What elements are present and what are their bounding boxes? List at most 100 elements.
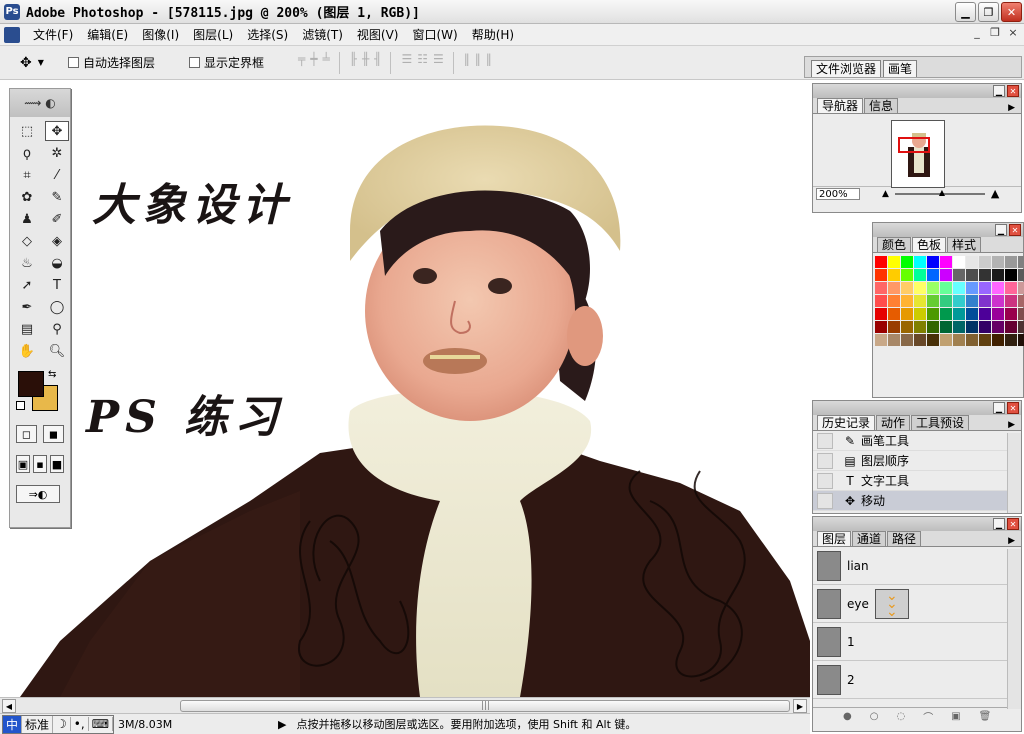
color-swatch[interactable] — [1018, 269, 1024, 281]
color-swatch[interactable] — [953, 321, 965, 333]
palette-close-button[interactable]: ✕ — [1007, 402, 1019, 414]
doc-restore-button[interactable]: ❐ — [988, 26, 1002, 39]
color-swatch[interactable] — [940, 295, 952, 307]
toolbox-header[interactable]: ⟿ ◐ — [10, 89, 70, 117]
ime-mode-label[interactable]: 标准 — [22, 715, 54, 733]
menu-select[interactable]: 选择(S) — [240, 25, 295, 45]
ime-keyboard-icon[interactable]: ⌨ — [89, 717, 114, 731]
jump-to-imageready-icon[interactable]: ⇒◐ — [16, 485, 60, 503]
maximize-button[interactable]: ❐ — [978, 2, 999, 22]
color-swatch[interactable] — [940, 282, 952, 294]
color-swatch[interactable] — [940, 308, 952, 320]
tab-layers[interactable]: 图层 — [817, 531, 852, 546]
color-swatch[interactable] — [914, 295, 926, 307]
photoshop-app-icon[interactable]: Ps — [4, 3, 20, 20]
minimize-button[interactable]: ▁ — [955, 2, 976, 22]
color-swatch[interactable] — [966, 308, 978, 320]
color-swatch[interactable] — [979, 282, 991, 294]
color-swatch[interactable] — [888, 269, 900, 281]
layer-row[interactable]: 1 — [813, 623, 1007, 661]
tab-navigator[interactable]: 导航器 — [817, 98, 864, 113]
ime-moon-icon[interactable]: ☽ — [53, 717, 71, 731]
auto-select-layer-checkbox[interactable]: 自动选择图层 — [68, 54, 155, 71]
tab-brushes[interactable]: 画笔 — [883, 60, 918, 77]
color-swatch[interactable] — [875, 256, 887, 268]
color-swatch[interactable] — [979, 308, 991, 320]
color-swatch[interactable] — [927, 269, 939, 281]
close-button[interactable]: ✕ — [1001, 2, 1022, 22]
show-bounding-box-checkbox[interactable]: 显示定界框 — [189, 54, 264, 71]
default-colors-icon[interactable] — [16, 401, 25, 410]
scroll-right-icon[interactable]: ▶ — [793, 699, 807, 713]
history-source-box[interactable] — [817, 452, 833, 469]
history-item[interactable]: ▤ 图层顺序 — [813, 451, 1007, 471]
tab-info[interactable]: 信息 — [864, 98, 899, 113]
color-swatch[interactable] — [979, 269, 991, 281]
color-swatch[interactable] — [901, 334, 913, 346]
color-swatch[interactable] — [901, 269, 913, 281]
color-swatch[interactable] — [927, 308, 939, 320]
color-swatch[interactable] — [992, 321, 1004, 333]
distribute-hcenter-icon[interactable]: ‖ — [475, 52, 481, 74]
color-swatch[interactable] — [914, 321, 926, 333]
color-swatch[interactable] — [966, 334, 978, 346]
history-item[interactable]: T 文字工具 — [813, 471, 1007, 491]
align-bottom-icon[interactable]: ╧ — [323, 52, 330, 74]
color-swatch[interactable] — [992, 269, 1004, 281]
layer-set-icon[interactable]: ◌ — [896, 711, 905, 722]
document-canvas[interactable]: 大象设计 PS 练习 — [0, 81, 810, 697]
distribute-top-icon[interactable]: ☰ — [401, 52, 412, 74]
color-swatch[interactable] — [992, 256, 1004, 268]
color-swatch[interactable] — [927, 282, 939, 294]
color-swatch[interactable] — [979, 334, 991, 346]
full-screen-icon[interactable]: ■ — [50, 455, 64, 473]
zoom-slider[interactable]: ▲ — [894, 188, 985, 197]
menu-layer[interactable]: 图层(L) — [186, 25, 240, 45]
color-swatch[interactable] — [992, 308, 1004, 320]
color-swatch[interactable] — [1005, 269, 1017, 281]
layer-effect-thumbnail[interactable]: ⌄ ⌄ ⌄ — [874, 588, 909, 619]
align-vcenter-icon[interactable]: ┿ — [310, 52, 317, 74]
color-swatch[interactable] — [1018, 321, 1024, 333]
color-swatch[interactable] — [914, 282, 926, 294]
palette-menu-icon[interactable]: ▶ — [1008, 420, 1015, 430]
zoom-field[interactable]: 200% — [816, 187, 860, 200]
doc-minimize-button[interactable]: _ — [970, 26, 984, 39]
color-swatch[interactable] — [914, 269, 926, 281]
move-tool-icon[interactable]: ✥ — [45, 121, 69, 141]
tool-preset-picker[interactable]: ✥ ▼ — [10, 49, 54, 77]
crop-tool-icon[interactable]: ⌗ — [15, 165, 39, 185]
checkbox-box[interactable] — [189, 57, 201, 68]
history-brush-tool-icon[interactable]: ✐ — [45, 209, 69, 229]
color-swatch[interactable] — [1018, 256, 1024, 268]
color-swatch[interactable] — [1005, 295, 1017, 307]
color-swatch[interactable] — [888, 308, 900, 320]
trash-icon[interactable]: 🗑︎ — [979, 711, 992, 722]
hand-tool-icon[interactable]: ✋ — [15, 341, 39, 361]
color-swatch[interactable] — [1005, 321, 1017, 333]
color-swatch[interactable] — [914, 256, 926, 268]
color-swatch[interactable] — [953, 295, 965, 307]
lasso-tool-icon[interactable]: ϙ — [15, 143, 39, 163]
scroll-thumb[interactable]: ||| — [180, 700, 790, 712]
color-swatch[interactable] — [901, 308, 913, 320]
color-swatch[interactable] — [940, 334, 952, 346]
distribute-right-icon[interactable]: ‖ — [486, 52, 492, 74]
color-swatch[interactable] — [940, 256, 952, 268]
history-source-box[interactable] — [817, 472, 833, 489]
document-size[interactable]: 3M/8.03M — [118, 718, 278, 731]
layer-thumbnail[interactable] — [817, 550, 841, 581]
tab-channels[interactable]: 通道 — [852, 531, 887, 546]
align-right-icon[interactable]: ╢ — [374, 52, 381, 74]
menu-help[interactable]: 帮助(H) — [465, 25, 521, 45]
layer-style-icon[interactable]: ● — [843, 711, 852, 722]
align-top-icon[interactable]: ╤ — [298, 52, 305, 74]
standard-mode-icon[interactable]: ◻ — [16, 425, 37, 443]
color-swatch[interactable] — [940, 269, 952, 281]
document-icon[interactable] — [4, 26, 20, 43]
color-swatch[interactable] — [875, 269, 887, 281]
scroll-left-icon[interactable]: ◀ — [2, 699, 16, 713]
clone-stamp-tool-icon[interactable]: ♟ — [15, 209, 39, 229]
slice-tool-icon[interactable]: ⁄ — [45, 165, 69, 185]
doc-close-button[interactable]: × — [1006, 26, 1020, 39]
